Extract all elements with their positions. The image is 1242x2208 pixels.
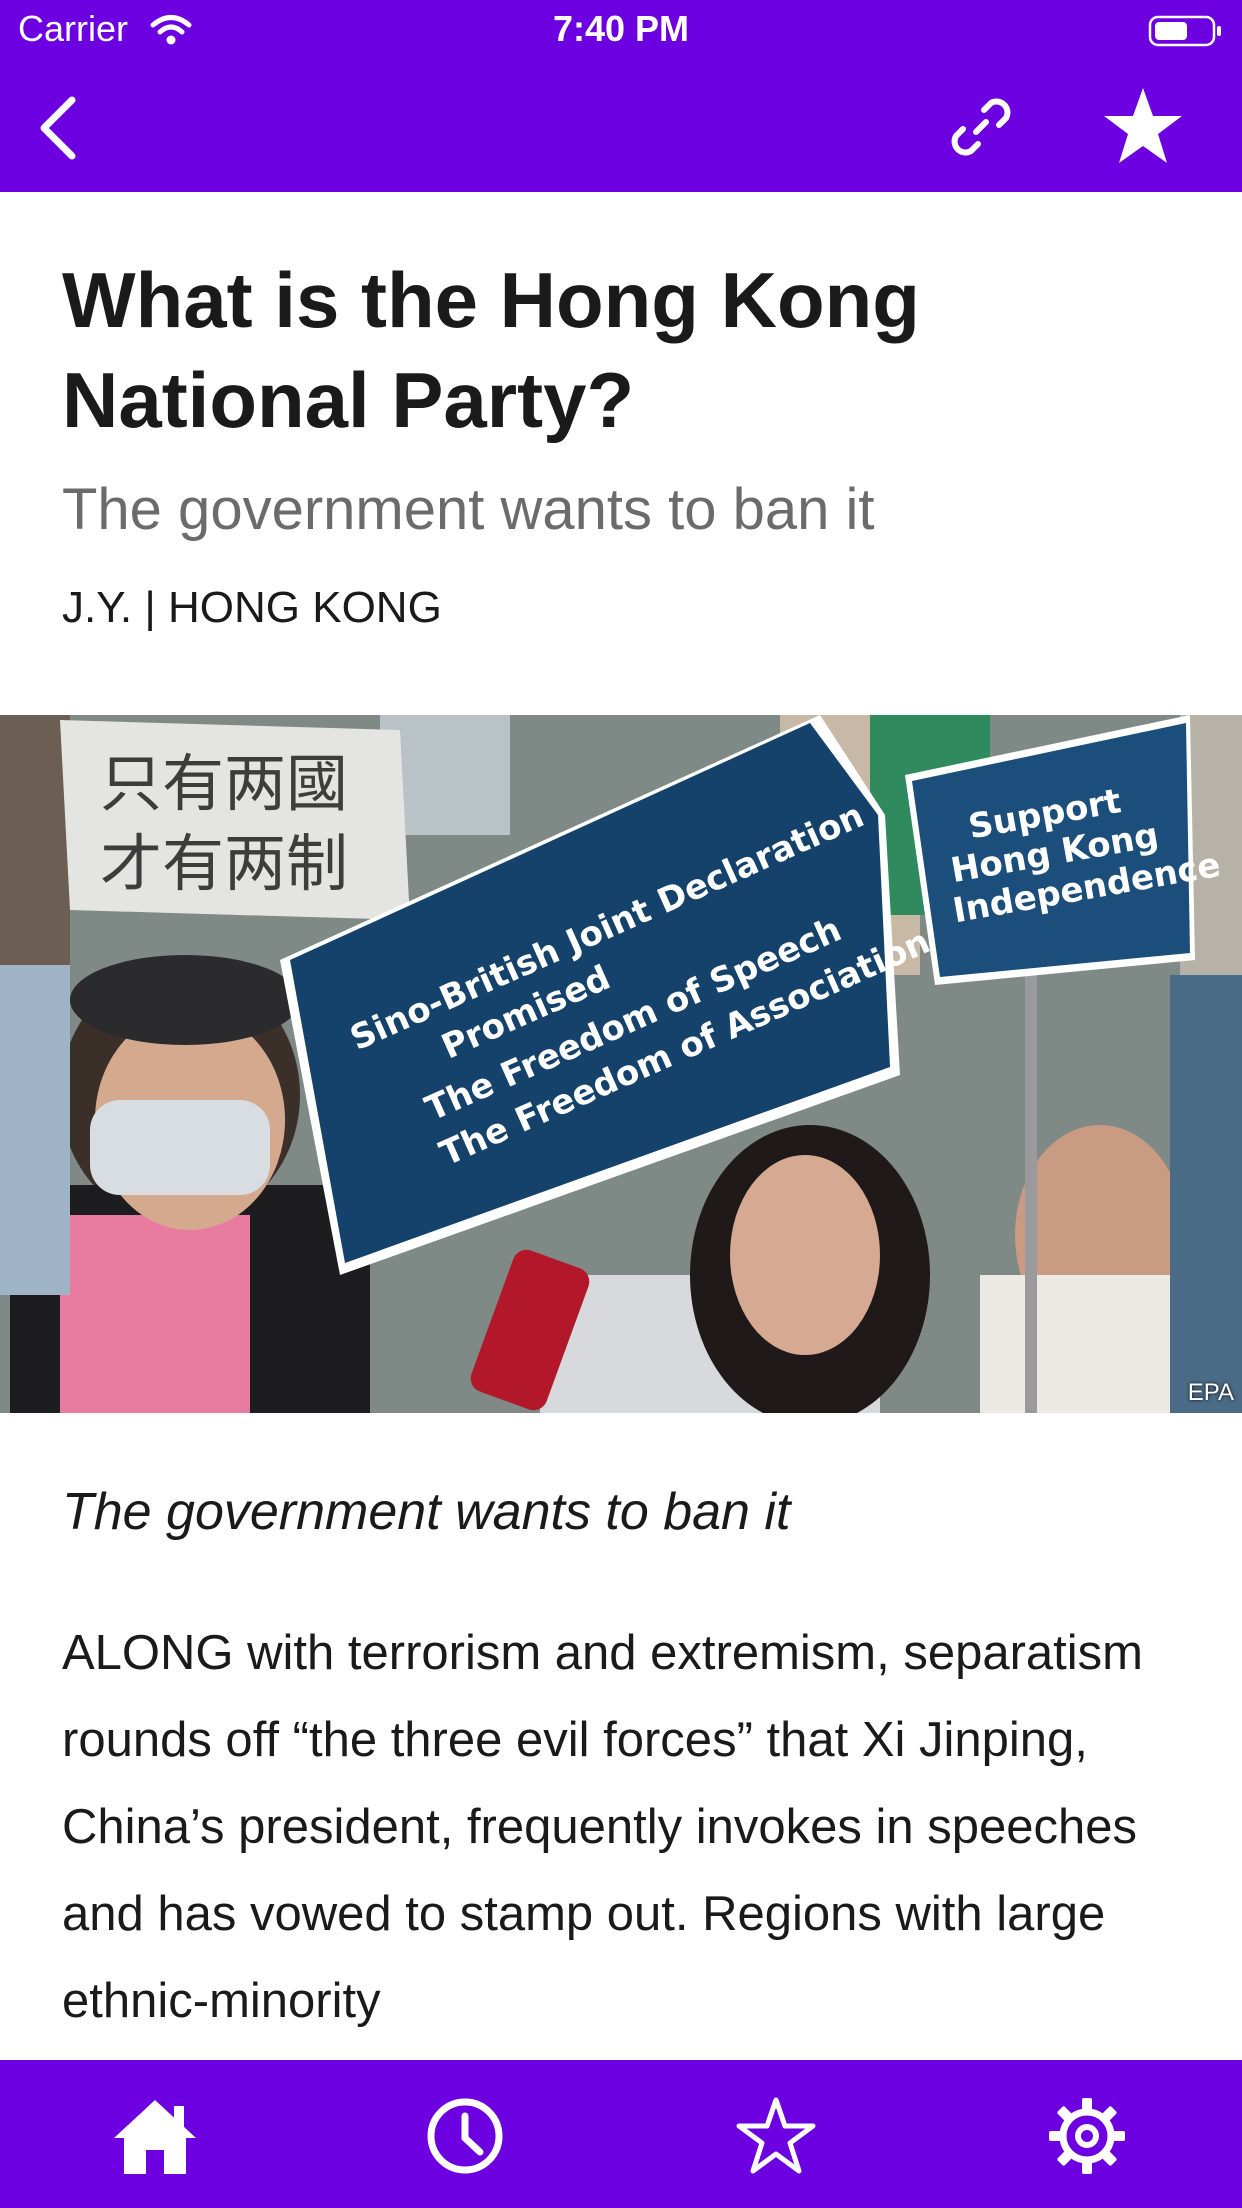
back-button[interactable] xyxy=(34,92,88,162)
tab-settings[interactable] xyxy=(1042,2096,1132,2176)
star-outline-icon xyxy=(736,2097,816,2174)
article-content: What is the Hong Kong National Party? Th… xyxy=(0,192,1242,2060)
battery-icon xyxy=(1148,14,1224,53)
tab-history[interactable] xyxy=(420,2096,510,2176)
link-icon xyxy=(951,98,1011,156)
tab-bar xyxy=(0,2060,1242,2208)
article-rubric: The government wants to ban it xyxy=(62,477,875,542)
chinese-banner: 只有两國 才有两制 xyxy=(60,720,410,920)
home-icon xyxy=(114,2100,196,2174)
protest-photo-illustration: 只有两國 才有两制 Sino-British Joint Declaration… xyxy=(0,715,1242,1413)
chevron-left-icon xyxy=(40,96,76,160)
article-headline: What is the Hong Kong National Party? xyxy=(62,256,920,444)
article-intro: The government wants to ban it xyxy=(62,1483,791,1541)
article-body: ALONG with terrorism and extremism, sepa… xyxy=(62,1626,1143,2028)
gear-icon xyxy=(1049,2098,1125,2174)
banner-line-1: 只有两國 xyxy=(100,747,348,820)
article-byline: J.Y. | HONG KONG xyxy=(62,583,442,632)
photo-credit: EPA xyxy=(1187,1379,1234,1406)
top-bar: Carrier 7:40 PM xyxy=(0,0,1242,192)
article-photo[interactable]: 只有两國 才有两制 Sino-British Joint Declaration… xyxy=(0,715,1242,1413)
favorite-button[interactable] xyxy=(1100,84,1186,170)
star-filled-icon xyxy=(1104,88,1182,163)
tab-favorites[interactable] xyxy=(731,2096,821,2176)
share-link-button[interactable] xyxy=(946,92,1016,162)
status-bar: Carrier 7:40 PM xyxy=(0,0,1242,62)
clock-icon xyxy=(427,2098,503,2174)
banner-line-2: 才有两制 xyxy=(100,827,348,900)
tab-home[interactable] xyxy=(110,2096,200,2176)
status-time: 7:40 PM xyxy=(552,8,690,49)
